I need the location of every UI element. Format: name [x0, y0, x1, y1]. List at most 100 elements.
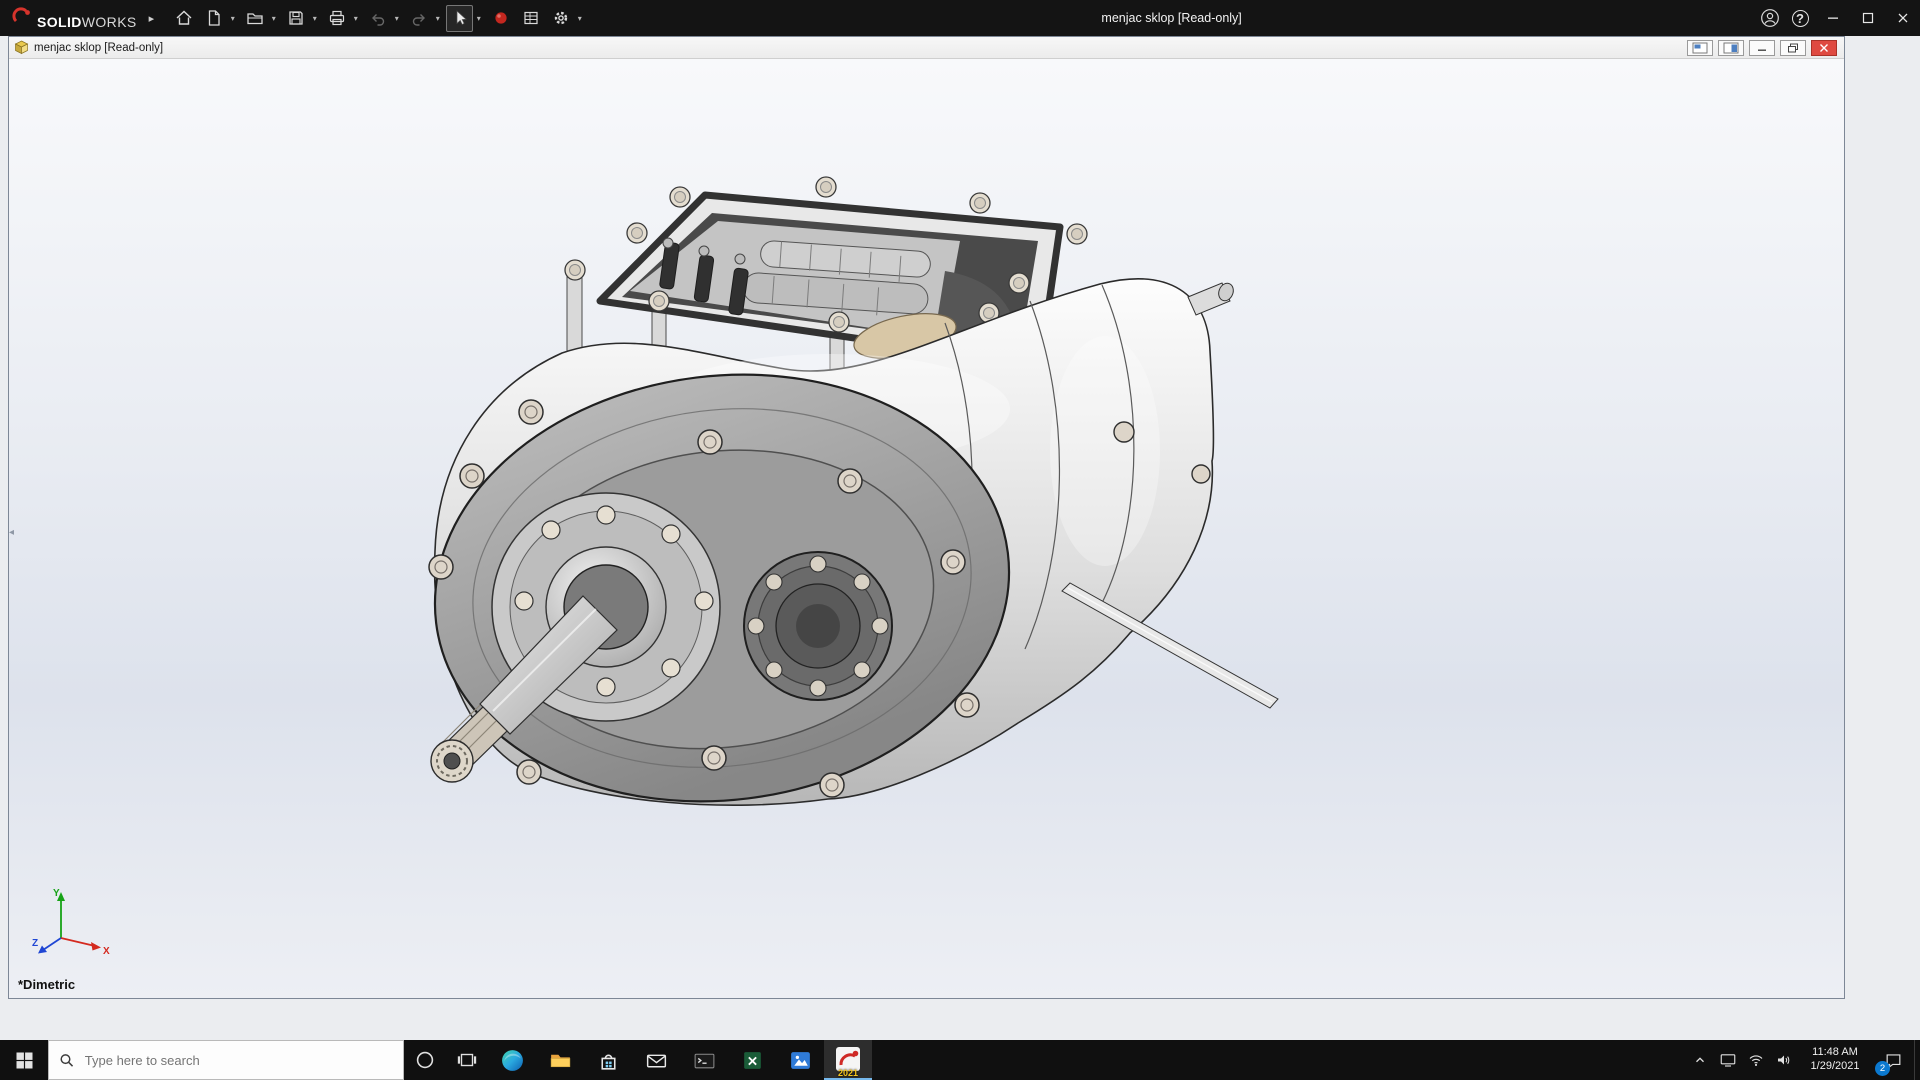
tray-show-hidden-icons[interactable]	[1686, 1040, 1714, 1080]
taskbar-file-explorer[interactable]	[536, 1040, 584, 1080]
redo-icon	[412, 14, 425, 26]
select-tool-dropdown[interactable]: ▾	[473, 14, 484, 23]
app-maximize-button[interactable]	[1850, 0, 1885, 36]
menu-flyout-arrow[interactable]: ▸	[149, 12, 155, 25]
app-minimize-button[interactable]	[1815, 0, 1850, 36]
redo-button[interactable]	[405, 5, 432, 32]
taskbar-edge[interactable]	[488, 1040, 536, 1080]
undo-dropdown[interactable]: ▾	[391, 14, 402, 23]
app-title: menjac sklop [Read-only]	[1101, 11, 1242, 25]
options-dropdown[interactable]: ▾	[574, 14, 585, 23]
print-dropdown[interactable]: ▾	[350, 14, 361, 23]
maximize-icon	[1862, 12, 1873, 24]
view-orientation-label: *Dimetric	[18, 977, 76, 992]
edge-icon	[501, 1049, 523, 1071]
taskbar-photos[interactable]	[776, 1040, 824, 1080]
assembly-document-icon	[14, 40, 29, 55]
excel-icon	[743, 1051, 761, 1069]
tray-display-button[interactable]	[1714, 1040, 1742, 1080]
select-cursor-icon	[456, 10, 467, 25]
help-button[interactable]: ?	[1785, 0, 1815, 36]
wifi-icon	[1749, 1055, 1763, 1066]
featuremanager-collapse-arrow[interactable]: ◂	[9, 521, 21, 543]
cortana-button[interactable]	[404, 1040, 446, 1080]
chevron-up-icon	[1696, 1057, 1704, 1063]
home-button[interactable]	[170, 5, 197, 32]
close-icon	[1898, 13, 1907, 23]
document-titlebar[interactable]: menjac sklop [Read-only]	[9, 37, 1844, 59]
store-icon	[600, 1054, 616, 1070]
new-document-dropdown[interactable]: ▾	[227, 14, 238, 23]
solidworks-logo-icon	[12, 6, 30, 22]
task-view-button[interactable]	[446, 1040, 488, 1080]
select-tool-button[interactable]	[446, 4, 474, 32]
taskbar-search[interactable]	[48, 1040, 404, 1080]
tray-network-button[interactable]	[1742, 1040, 1770, 1080]
taskbar-terminal[interactable]	[680, 1040, 728, 1080]
redo-dropdown[interactable]: ▾	[432, 14, 443, 23]
document-window: menjac sklop [Read-only] ◂ Y X Z *Dimetr…	[8, 36, 1845, 999]
print-button[interactable]	[323, 5, 350, 32]
doc-close-button[interactable]	[1811, 39, 1837, 56]
open-dropdown[interactable]: ▾	[268, 14, 279, 23]
taskbar-clock[interactable]: 11:48 AM 1/29/2021	[1798, 1040, 1872, 1080]
windows-logo-icon	[16, 1052, 32, 1068]
taskbar-excel[interactable]	[728, 1040, 776, 1080]
undo-icon	[371, 14, 384, 26]
app-close-button[interactable]	[1885, 0, 1920, 36]
doc-minimize-button[interactable]	[1749, 39, 1775, 56]
gearbox-3d-model	[428, 176, 1279, 806]
doc-minimize-icon	[1758, 49, 1766, 51]
new-document-button[interactable]	[200, 5, 227, 32]
show-desktop-button[interactable]	[1914, 1040, 1920, 1080]
account-button[interactable]	[1755, 0, 1785, 36]
undo-button[interactable]	[364, 5, 391, 32]
orientation-triad: Y X Z	[32, 888, 110, 956]
new-document-icon	[208, 10, 220, 26]
action-center-button[interactable]: 2	[1872, 1040, 1914, 1080]
doc-close-icon	[1820, 43, 1828, 52]
clock-date: 1/29/2021	[1810, 1060, 1860, 1072]
windows-taskbar: 2021 11:48 AM 1/2	[0, 1040, 1920, 1080]
cortana-icon	[416, 1051, 434, 1069]
task-view-icon	[457, 1053, 477, 1067]
gear-icon	[554, 11, 567, 25]
help-icon: ?	[1791, 9, 1809, 27]
save-button[interactable]	[282, 5, 309, 32]
3dexperience-red-sphere-icon	[495, 12, 507, 24]
graphics-viewport[interactable]: ◂ Y X Z *Dimetric	[9, 59, 1844, 998]
tray-volume-button[interactable]	[1770, 1040, 1798, 1080]
mail-icon	[646, 1054, 666, 1067]
account-icon	[1761, 9, 1779, 27]
save-icon	[289, 11, 303, 25]
volume-icon	[1778, 1055, 1790, 1065]
triad-z-label: Z	[32, 938, 38, 949]
brand-text: SOLIDWORKS	[37, 13, 137, 30]
notification-badge: 2	[1875, 1061, 1890, 1076]
triad-y-label: Y	[53, 888, 60, 899]
save-dropdown[interactable]: ▾	[309, 14, 320, 23]
doc-restore-icon	[1788, 43, 1798, 52]
search-input[interactable]	[82, 1051, 393, 1069]
properties-sheet-button[interactable]	[517, 5, 544, 32]
doc-tile-window-button[interactable]	[1718, 39, 1744, 56]
open-folder-icon	[247, 13, 263, 25]
open-button[interactable]	[241, 5, 268, 32]
options-button[interactable]	[547, 5, 574, 32]
tile-window-icon	[1723, 42, 1739, 53]
document-title: menjac sklop [Read-only]	[34, 41, 164, 54]
file-explorer-icon	[550, 1054, 570, 1067]
taskbar-mail[interactable]	[632, 1040, 680, 1080]
doc-restore-button[interactable]	[1780, 39, 1806, 56]
taskbar-solidworks[interactable]: 2021	[824, 1040, 872, 1080]
doc-new-window-button[interactable]	[1687, 39, 1713, 56]
start-button[interactable]	[0, 1040, 48, 1080]
taskbar-store[interactable]	[584, 1040, 632, 1080]
clock-time: 11:48 AM	[1812, 1046, 1858, 1059]
print-icon	[329, 10, 344, 26]
triad-x-label: X	[103, 946, 110, 956]
search-icon	[60, 1053, 74, 1067]
3dexperience-button[interactable]	[487, 5, 514, 32]
properties-sheet-icon	[524, 11, 538, 25]
monitor-icon	[1720, 1054, 1736, 1067]
